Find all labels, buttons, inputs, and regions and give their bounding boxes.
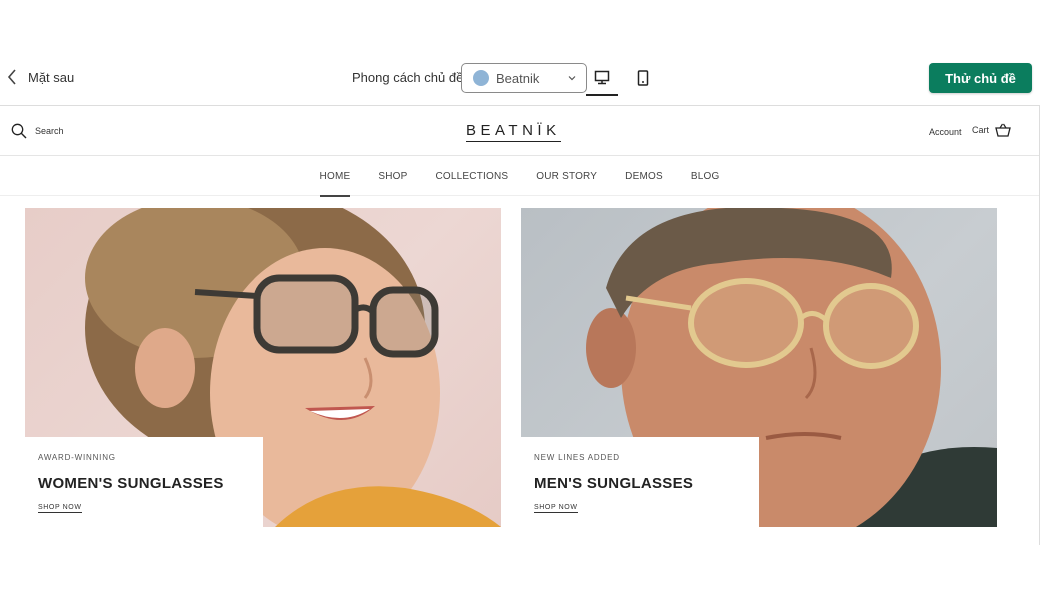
main-nav: HOME SHOP COLLECTIONS OUR STORY DEMOS BL…	[0, 156, 1039, 197]
mens-eyebrow: NEW LINES ADDED	[534, 453, 620, 462]
womens-eyebrow: AWARD-WINNING	[38, 453, 116, 462]
back-button[interactable]: Mặt sau	[6, 69, 74, 85]
nav-item-demos[interactable]: DEMOS	[625, 156, 663, 196]
mens-sunglasses-tile[interactable]: NEW LINES ADDED MEN'S SUNGLASSES SHOP NO…	[521, 208, 997, 527]
theme-preview-toolbar: Mặt sau Phong cách chủ đề Beatnik Thử ch…	[0, 50, 1040, 106]
nav-item-collections[interactable]: COLLECTIONS	[436, 156, 509, 196]
womens-headline: WOMEN'S SUNGLASSES	[38, 475, 224, 492]
search-label: Search	[35, 126, 64, 136]
cart-button[interactable]: Cart	[972, 123, 1011, 137]
mens-shop-now-link[interactable]: SHOP NOW	[534, 504, 578, 513]
mobile-view-button[interactable]	[627, 60, 659, 96]
cart-label: Cart	[972, 125, 990, 135]
mens-caption: NEW LINES ADDED MEN'S SUNGLASSES SHOP NO…	[521, 437, 759, 527]
back-label: Mặt sau	[28, 69, 75, 85]
basket-icon	[995, 123, 1011, 137]
womens-sunglasses-tile[interactable]: AWARD-WINNING WOMEN'S SUNGLASSES SHOP NO…	[25, 208, 501, 527]
mobile-icon	[637, 70, 649, 86]
chevron-down-icon	[568, 76, 576, 81]
nav-item-our-story[interactable]: OUR STORY	[536, 156, 597, 196]
store-logo[interactable]: BEATNÏK	[466, 122, 561, 142]
try-theme-button[interactable]: Thử chủ đề	[929, 63, 1032, 93]
mens-headline: MEN'S SUNGLASSES	[534, 475, 694, 492]
nav-item-shop[interactable]: SHOP	[378, 156, 407, 196]
desktop-icon	[594, 70, 610, 84]
account-link[interactable]: Account	[929, 127, 962, 137]
theme-style-select[interactable]: Beatnik	[461, 63, 587, 93]
womens-shop-now-link[interactable]: SHOP NOW	[38, 504, 82, 513]
womens-caption: AWARD-WINNING WOMEN'S SUNGLASSES SHOP NO…	[25, 437, 263, 527]
store-preview-frame: Search BEATNÏK Account Cart HOME SHOP CO…	[0, 105, 1040, 545]
nav-item-home[interactable]: HOME	[319, 156, 351, 197]
theme-style-label: Phong cách chủ đề	[352, 70, 464, 85]
nav-item-blog[interactable]: BLOG	[691, 156, 720, 196]
theme-color-dot	[473, 70, 489, 86]
desktop-view-button[interactable]	[586, 60, 618, 96]
search-icon	[11, 123, 27, 139]
theme-select-value: Beatnik	[496, 70, 540, 86]
chevron-left-icon	[7, 69, 16, 85]
search-button[interactable]: Search	[11, 123, 64, 139]
store-header: Search BEATNÏK Account Cart	[0, 106, 1039, 156]
